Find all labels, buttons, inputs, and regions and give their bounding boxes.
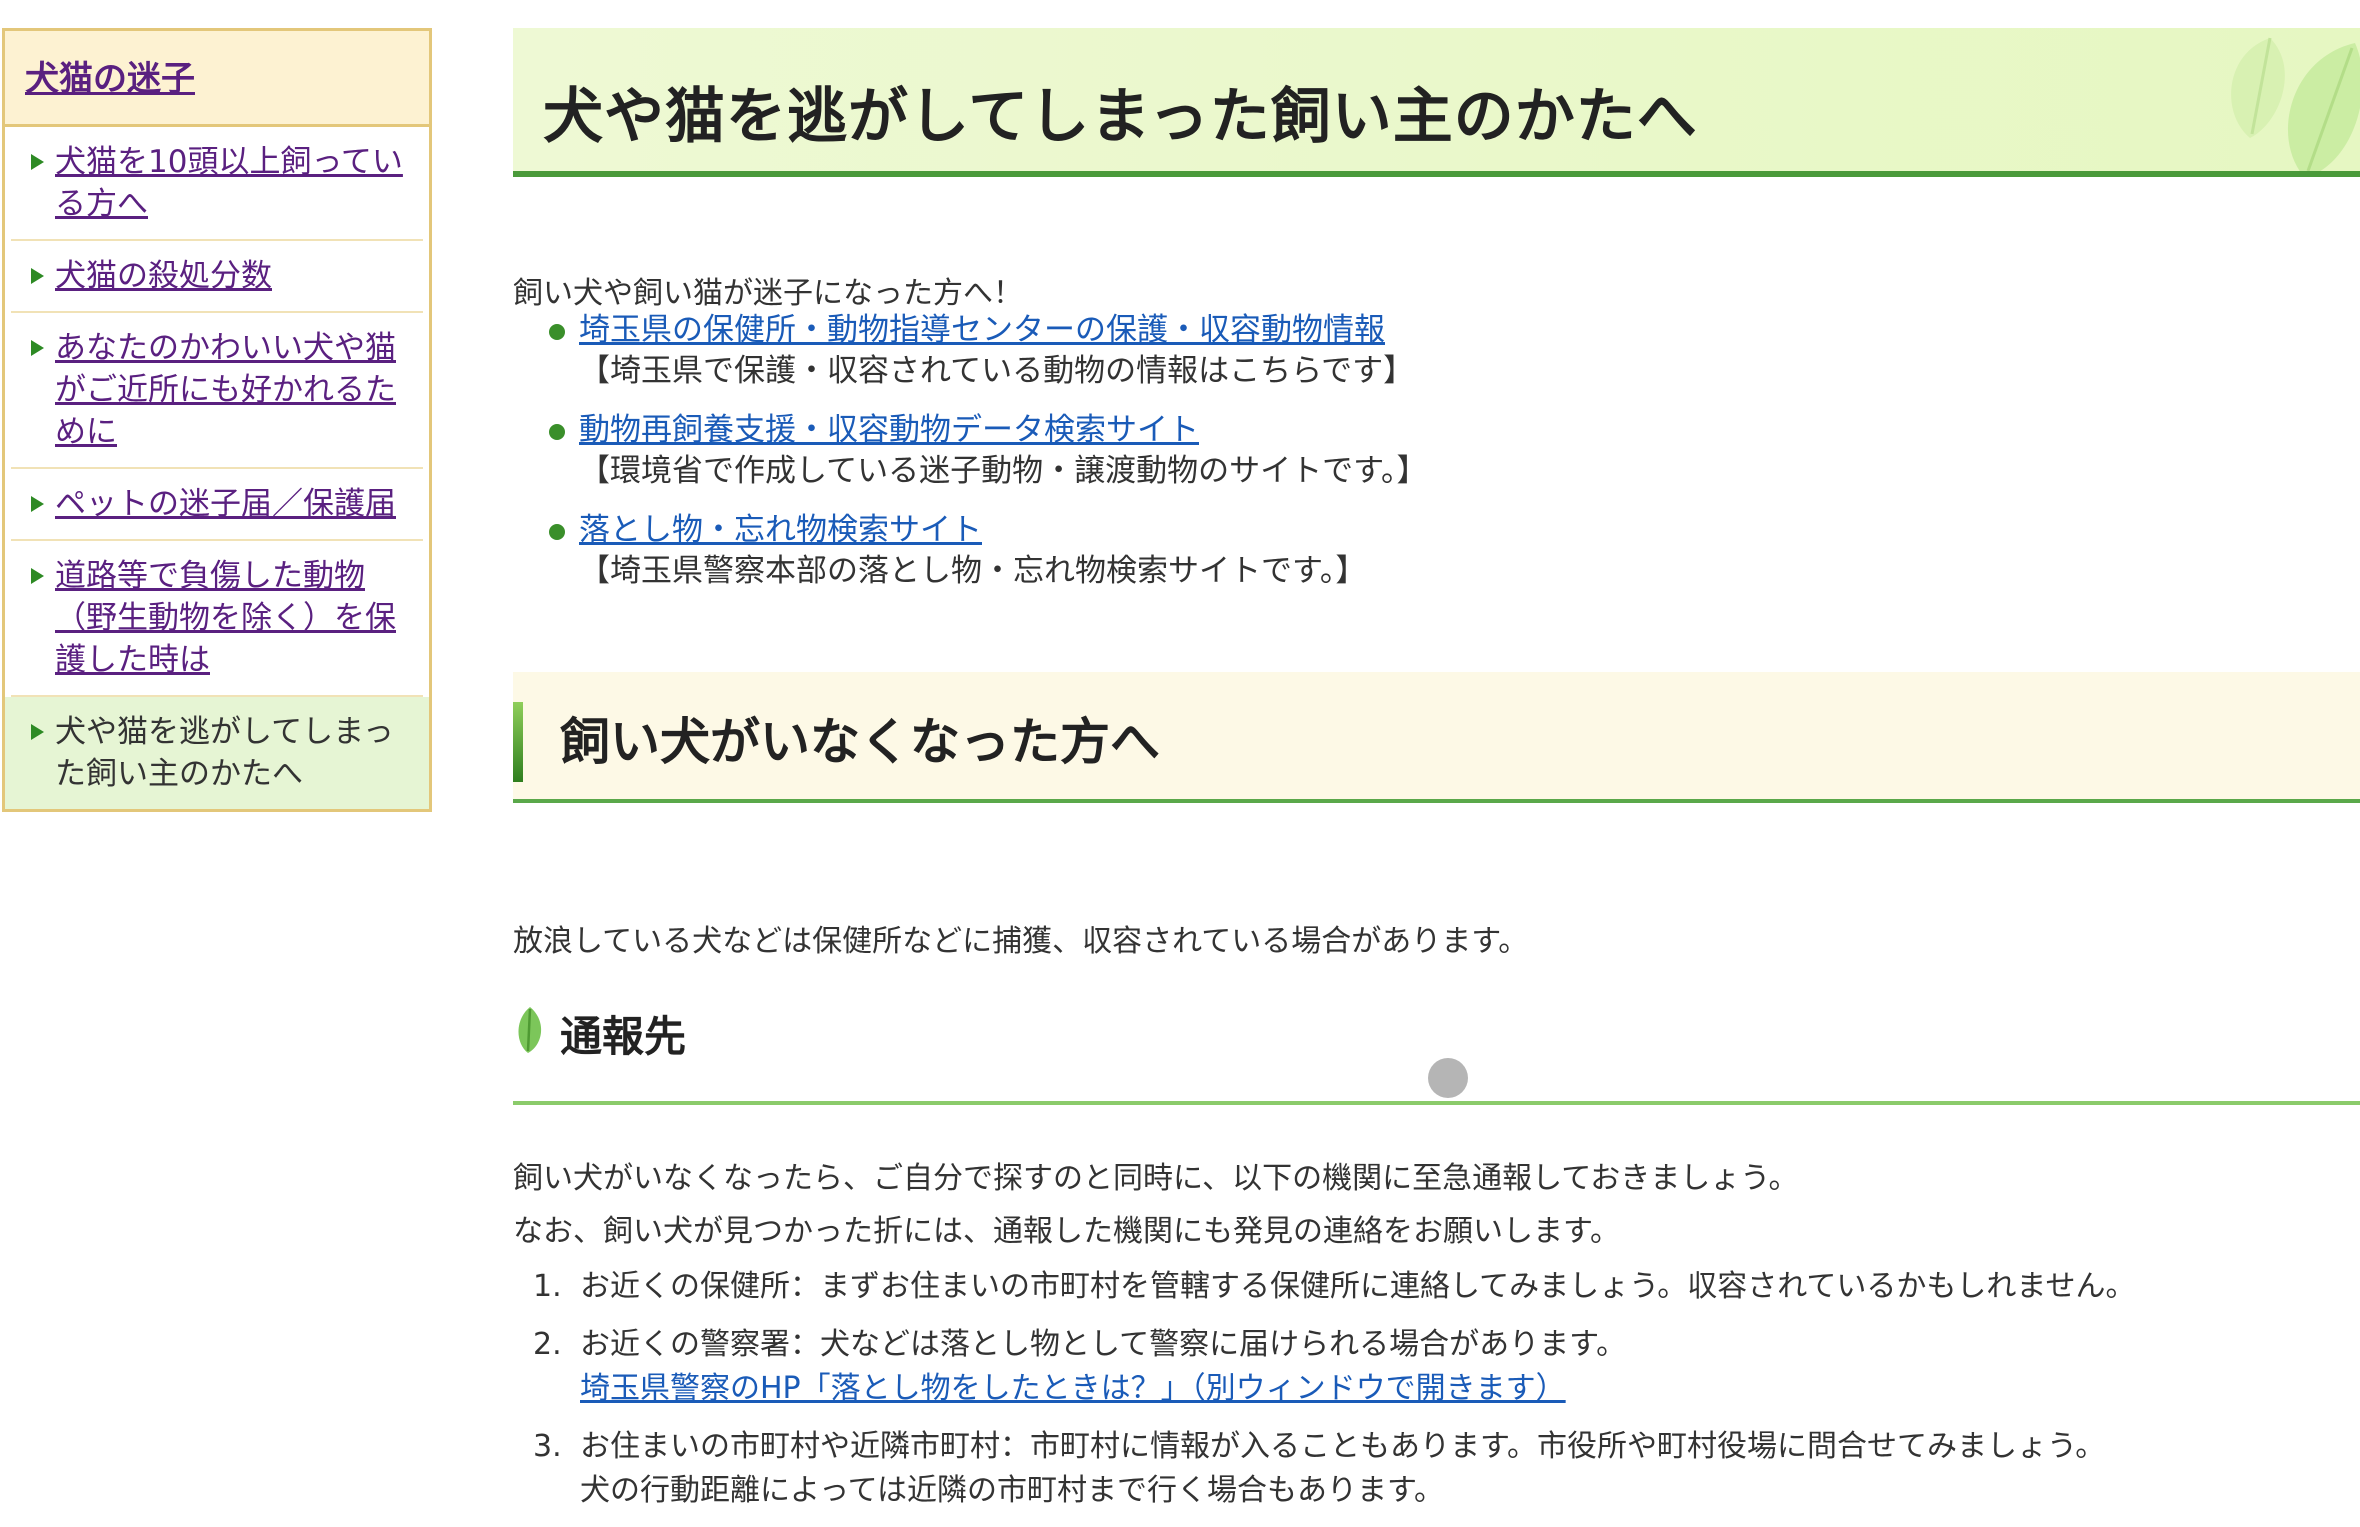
sub-heading: 通報先 [560,1012,687,1061]
sub-heading-block: 通報先 [513,993,2360,1105]
green-dot-bullet-icon [549,324,565,340]
sidebar-link[interactable]: 犬猫の殺処分数 [55,258,272,294]
sidebar-item-lost-found-report: ペットの迷子届／保護届 [11,469,423,541]
list-item: 動物再飼養支援・収容動物データ検索サイト 【環境省で作成している迷子動物・譲渡動… [549,410,1427,492]
link-saitama-shelter-info[interactable]: 埼玉県の保健所・動物指導センターの保護・収容動物情報 [579,312,1385,348]
sidebar-nav: 犬猫の迷子 犬猫を10頭以上飼っている方へ 犬猫の殺処分数 あなたのかわいい犬や… [2,28,432,812]
step-number: 3. [533,1429,562,1464]
link-police-lost-items[interactable]: 埼玉県警察のHP「落とし物をしたときは？」（別ウィンドウで開きます） [580,1367,2136,1411]
main-content: 犬や猫を逃がしてしまった飼い主のかたへ 飼い犬や飼い猫が迷子になった方へ！ 埼玉… [513,28,2360,1508]
sidebar-link[interactable]: ペットの迷子届／保護届 [55,486,396,522]
sidebar-link[interactable]: あなたのかわいい犬や猫がご近所にも好かれるために [55,330,396,450]
sidebar-heading-link[interactable]: 犬猫の迷子 [25,59,195,99]
step-text: お近くの保健所：まずお住まいの市町村を管轄する保健所に連絡してみましょう。収容さ… [580,1269,2136,1304]
list-item: 2. お近くの警察署：犬などは落とし物として警察に届けられる場合があります。 埼… [513,1323,2136,1411]
list-item: 1. お近くの保健所：まずお住まいの市町村を管轄する保健所に連絡してみましょう。… [513,1265,2136,1309]
instruction-text: なお、飼い犬が見つかった折には、通報した機関にも発見の連絡をお願いします。 [513,1214,1620,1249]
sidebar-item-current: 犬や猫を逃がしてしまった飼い主のかたへ [5,697,429,809]
leaf-decoration-icon [2231,37,2360,171]
page-title-banner: 犬や猫を逃がしてしまった飼い主のかたへ [513,28,2360,177]
step-text: お住まいの市町村や近隣市町村：市町村に情報が入ることもあります。市役所や町村役場… [580,1429,2106,1464]
report-steps-list: 1. お近くの保健所：まずお住まいの市町村を管轄する保健所に連絡してみましょう。… [513,1265,2136,1527]
list-item: 埼玉県の保健所・動物指導センターの保護・収容動物情報 【埼玉県で保護・収容されて… [549,310,1427,392]
triangle-bullet-icon [31,724,44,740]
link-description: 【埼玉県で保護・収容されている動物の情報はこちらです】 [579,353,1415,389]
step-number: 2. [533,1327,562,1362]
step-text: お近くの警察署：犬などは落とし物として警察に届けられる場合があります。 [580,1327,1627,1362]
list-item: 3. お住まいの市町村や近隣市町村：市町村に情報が入ることもあります。市役所や町… [513,1425,2136,1513]
triangle-bullet-icon [31,268,44,284]
page-title: 犬や猫を逃がしてしまった飼い主のかたへ [543,82,1698,152]
triangle-bullet-icon [31,568,44,584]
sidebar-link[interactable]: 道路等で負傷した動物（野生動物を除く）を保護した時は [55,558,396,678]
green-dot-bullet-icon [549,524,565,540]
triangle-bullet-icon [31,496,44,512]
section-heading: 飼い犬がいなくなった方へ [560,713,1160,771]
sidebar-item-injured-animal: 道路等で負傷した動物（野生動物を除く）を保護した時は [11,541,423,697]
sidebar-item-neighbors: あなたのかわいい犬や猫がご近所にも好かれるために [11,313,423,469]
sidebar-link[interactable]: 犬猫を10頭以上飼っている方へ [55,144,403,222]
intro-text: 飼い犬や飼い猫が迷子になった方へ！ [513,276,1023,311]
heading-accent-bar [513,702,523,782]
sidebar-item-ten-or-more: 犬猫を10頭以上飼っている方へ [11,127,423,241]
link-lost-items-search[interactable]: 落とし物・忘れ物検索サイト [579,512,982,548]
green-dot-bullet-icon [549,424,565,440]
sidebar-heading: 犬猫の迷子 [5,31,429,127]
step-number: 1. [533,1269,562,1304]
section-text: 放浪している犬などは保健所などに捕獲、収容されている場合があります。 [513,924,1529,959]
sidebar-current-label: 犬や猫を逃がしてしまった飼い主のかたへ [55,714,394,792]
link-description: 【埼玉県警察本部の落とし物・忘れ物検索サイトです。】 [579,553,1367,589]
triangle-bullet-icon [31,154,44,170]
leaf-icon [518,1007,542,1053]
section-heading-block: 飼い犬がいなくなった方へ [513,672,2360,803]
link-env-ministry-search[interactable]: 動物再飼養支援・収容動物データ検索サイト [579,412,1199,448]
triangle-bullet-icon [31,340,44,356]
scroll-indicator-dot [1428,1058,1468,1098]
link-description: 【環境省で作成している迷子動物・譲渡動物のサイトです。】 [579,453,1428,489]
external-links-list: 埼玉県の保健所・動物指導センターの保護・収容動物情報 【埼玉県で保護・収容されて… [549,310,1427,610]
sidebar-list: 犬猫を10頭以上飼っている方へ 犬猫の殺処分数 あなたのかわいい犬や猫がご近所に… [5,127,429,809]
instruction-text: 飼い犬がいなくなったら、ご自分で探すのと同時に、以下の機関に至急通報しておきまし… [513,1161,1799,1196]
list-item: 落とし物・忘れ物検索サイト 【埼玉県警察本部の落とし物・忘れ物検索サイトです。】 [549,510,1427,592]
sidebar-item-euthanasia-count: 犬猫の殺処分数 [11,241,423,313]
step-subtext: 犬の行動距離によっては近隣の市町村まで行く場合もあります。 [580,1473,1444,1508]
